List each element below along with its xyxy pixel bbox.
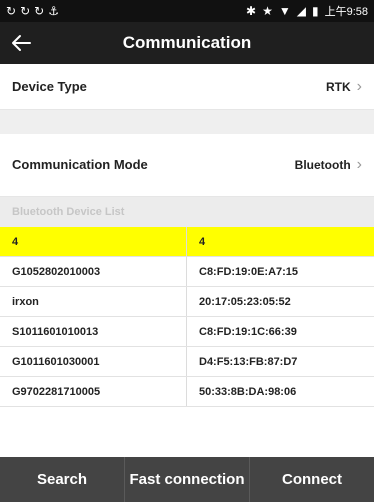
status-left-icons: ↻ ↻ ↻ ⚓ xyxy=(6,5,59,17)
communication-mode-label: Communication Mode xyxy=(12,157,148,172)
device-type-row[interactable]: Device Type RTK › xyxy=(0,64,374,110)
device-list-header: Bluetooth Device List xyxy=(0,197,374,227)
device-name: irxon xyxy=(0,287,187,316)
device-type-label: Device Type xyxy=(12,78,87,94)
chevron-right-icon: › xyxy=(356,156,362,173)
star-icon: ★ xyxy=(262,4,273,18)
fast-connection-button[interactable]: Fast connection xyxy=(124,457,249,502)
wifi-icon: ▼ xyxy=(278,4,291,18)
section-divider xyxy=(0,110,374,134)
chevron-right-icon: › xyxy=(356,77,362,95)
arrow-left-icon xyxy=(12,35,31,51)
column-header: 4 xyxy=(199,235,206,248)
status-time: 上午9:58 xyxy=(324,6,368,18)
device-name: G1052802010003 xyxy=(0,257,187,286)
page-title: Communication xyxy=(122,33,252,52)
table-row[interactable]: G1052802010003 C8:FD:19:0E:A7:15 xyxy=(0,257,374,287)
device-name: S1011601010013 xyxy=(0,317,187,346)
device-address: D4:F5:13:FB:87:D7 xyxy=(199,355,298,368)
device-name: G9702281710005 xyxy=(0,377,187,406)
table-header-row: 4 4 xyxy=(0,227,374,257)
connect-button[interactable]: Connect xyxy=(249,457,374,502)
device-address: 20:17:05:23:05:52 xyxy=(199,295,291,308)
column-header: 4 xyxy=(0,227,187,256)
signal-icon: ◢ xyxy=(296,4,306,18)
table-row[interactable]: irxon 20:17:05:23:05:52 xyxy=(0,287,374,317)
table-row[interactable]: G1011601030001 D4:F5:13:FB:87:D7 xyxy=(0,347,374,377)
status-bar: ↻ ↻ ↻ ⚓ ✱ ★ ▼ ◢ ▮ 上午9:58 xyxy=(0,0,374,22)
device-name: G1011601030001 xyxy=(0,347,187,376)
sync-icon: ↻ xyxy=(34,4,45,18)
device-address: C8:FD:19:1C:66:39 xyxy=(199,325,297,338)
device-address: C8:FD:19:0E:A7:15 xyxy=(199,265,299,278)
sync-icon: ↻ xyxy=(6,4,17,18)
status-right-icons: ✱ ★ ▼ ◢ ▮ 上午9:58 xyxy=(246,3,368,19)
communication-mode-value-group: Bluetooth › xyxy=(295,156,362,174)
device-address: 50:33:8B:DA:98:06 xyxy=(199,385,297,398)
device-type-value-group: RTK › xyxy=(326,78,362,96)
table-row[interactable]: G9702281710005 50:33:8B:DA:98:06 xyxy=(0,377,374,407)
sync-icon: ↻ xyxy=(20,4,31,18)
app-bar: Communication xyxy=(0,22,374,64)
table-row[interactable]: S1011601010013 C8:FD:19:1C:66:39 xyxy=(0,317,374,347)
bottom-action-bar: Search Fast connection Connect xyxy=(0,457,374,502)
bluetooth-icon: ✱ xyxy=(246,4,257,18)
communication-mode-row[interactable]: Communication Mode Bluetooth › xyxy=(0,134,374,197)
usb-icon: ⚓ xyxy=(48,4,59,18)
device-type-value: RTK xyxy=(326,79,351,94)
communication-mode-value: Bluetooth xyxy=(294,158,351,172)
battery-icon: ▮ xyxy=(311,4,319,18)
search-button[interactable]: Search xyxy=(0,457,124,502)
back-button[interactable] xyxy=(0,22,42,64)
